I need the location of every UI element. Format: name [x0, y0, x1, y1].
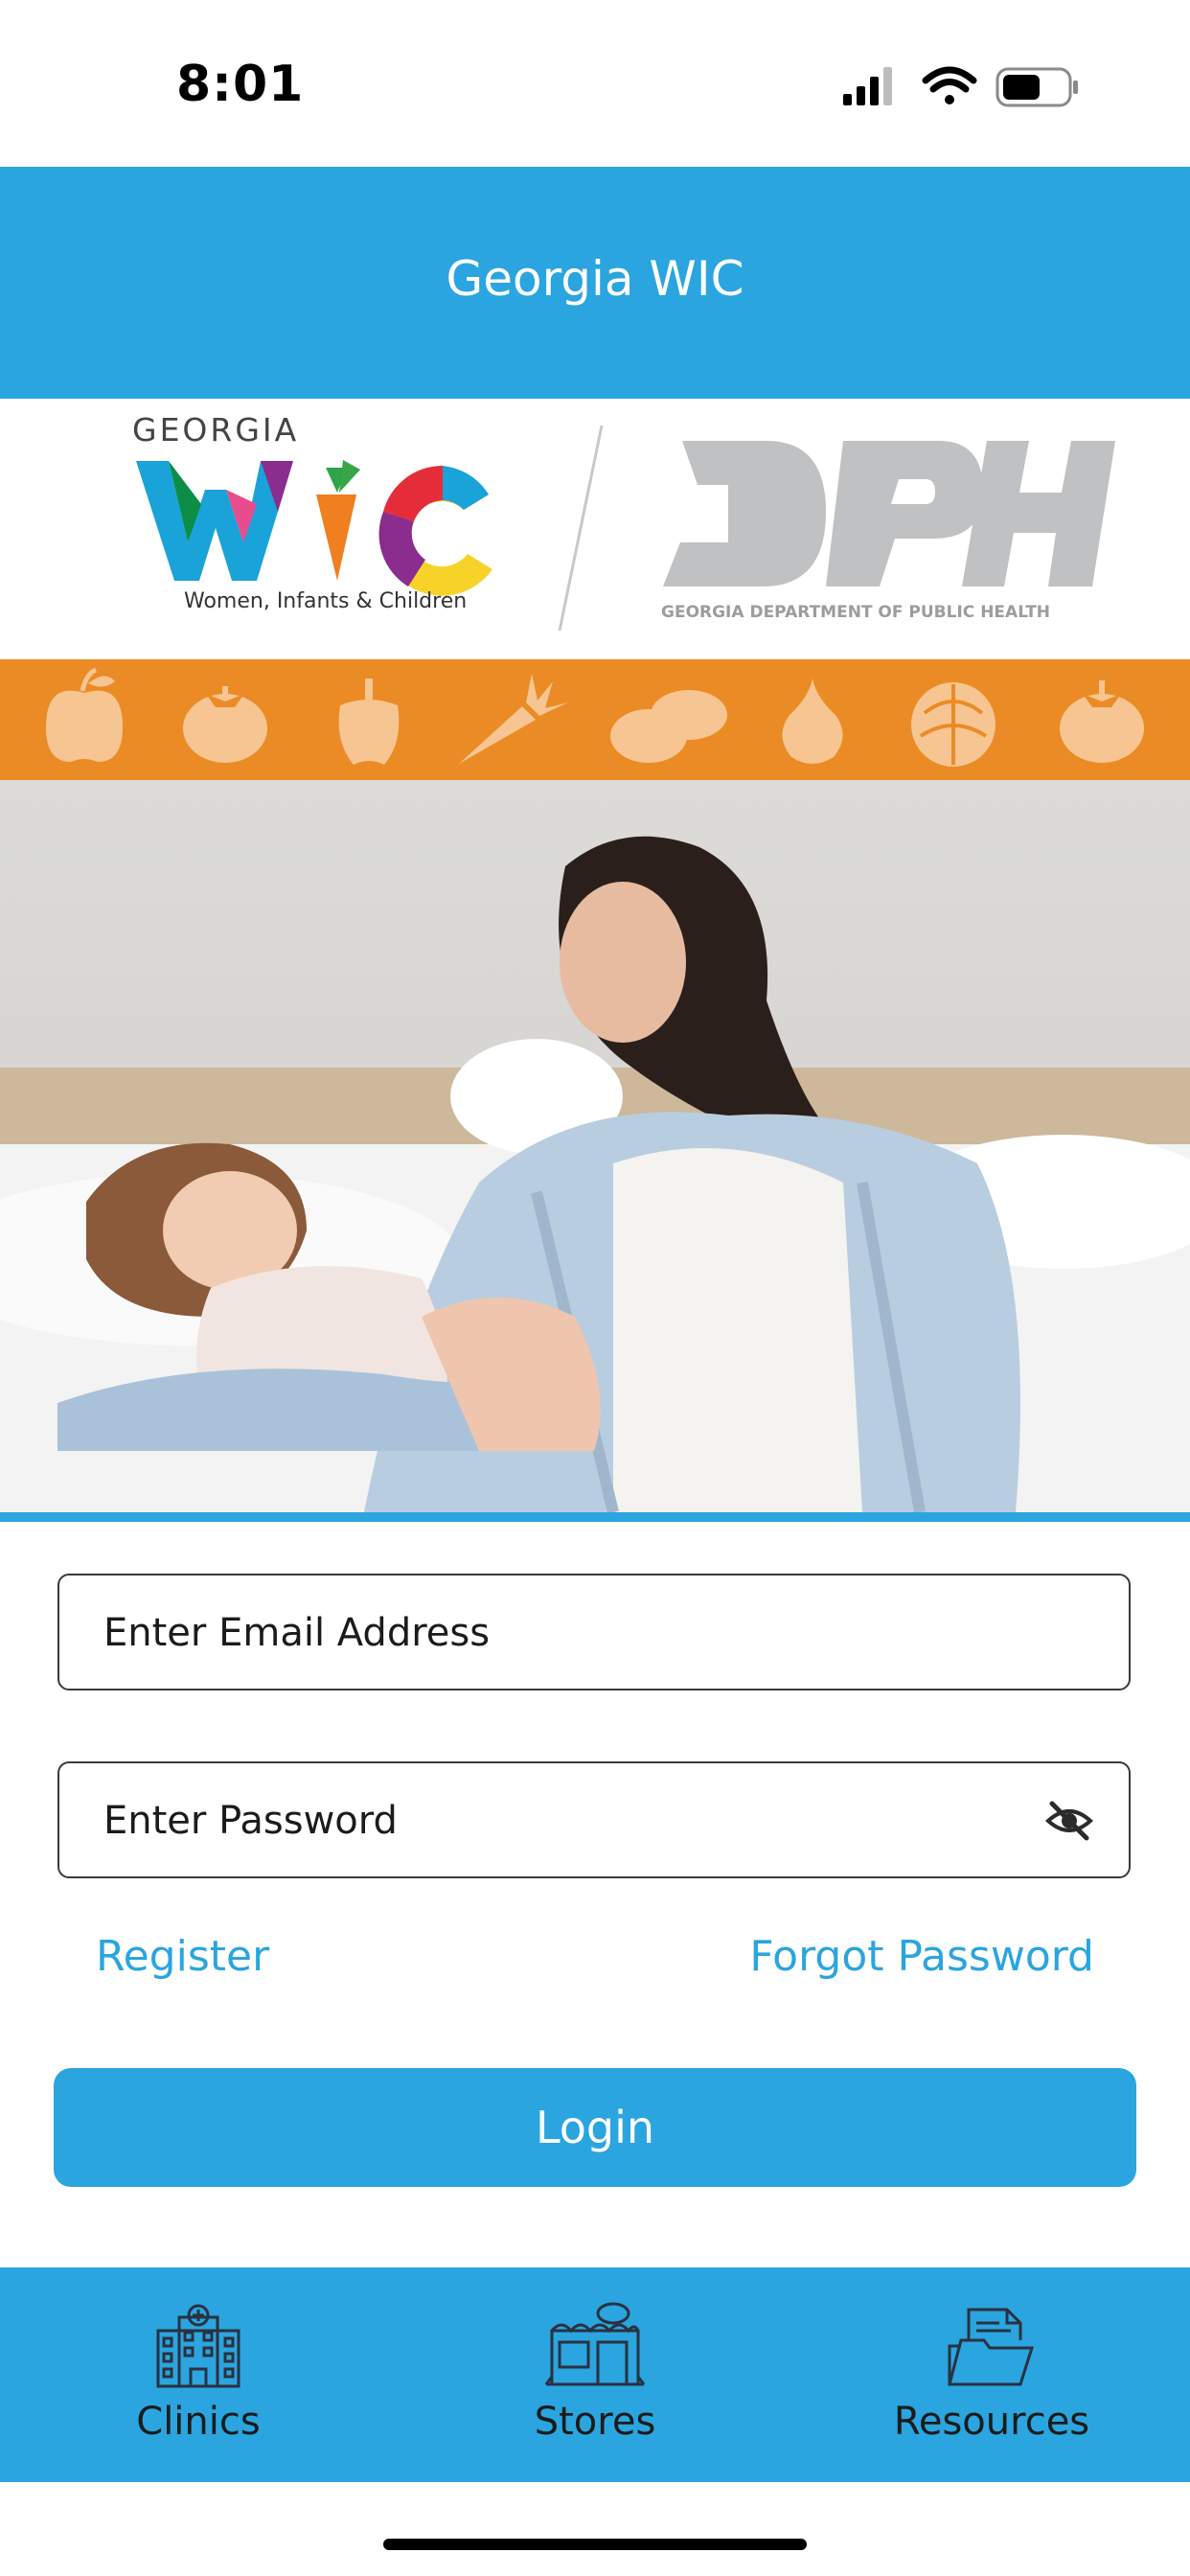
- app-header: Georgia WIC: [0, 167, 1190, 399]
- tab-stores-label: Stores: [534, 2400, 656, 2444]
- potato-icon: [610, 690, 727, 763]
- tab-resources[interactable]: Resources: [793, 2267, 1190, 2482]
- tab-stores[interactable]: Stores: [397, 2267, 793, 2482]
- password-input[interactable]: [102, 1763, 1025, 1878]
- hospital-icon: [156, 2304, 240, 2388]
- hero-photo: [0, 780, 1190, 1514]
- logo-divider: [558, 425, 604, 632]
- produce-band: [0, 659, 1190, 780]
- carrot-icon: [459, 674, 568, 764]
- bottom-tab-bar: Clinics Stores Resources: [0, 2267, 1190, 2482]
- password-field[interactable]: [57, 1761, 1131, 1878]
- onion-icon: [782, 678, 843, 764]
- mother-and-child-photo: [0, 780, 1190, 1514]
- register-link[interactable]: Register: [96, 1932, 269, 1981]
- cabbage-icon: [911, 682, 995, 767]
- tab-clinics[interactable]: Clinics: [0, 2267, 397, 2482]
- wic-top-text: GEORGIA: [132, 411, 299, 448]
- dph-subtitle: GEORGIA DEPARTMENT OF PUBLIC HEALTH: [661, 603, 1050, 622]
- page-title: Georgia WIC: [446, 251, 744, 307]
- photo-divider: [0, 1512, 1190, 1522]
- wic-subtitle: Women, Infants & Children: [184, 589, 467, 613]
- status-time: 8:01: [176, 56, 305, 113]
- home-indicator[interactable]: [383, 2539, 807, 2550]
- battery-icon: [995, 67, 1078, 107]
- wifi-icon: [922, 66, 977, 104]
- produce-icons: [46, 667, 1144, 767]
- pepper-icon: [338, 678, 400, 765]
- logo-band: GEORGIA Women, Infants & Children GEORGI…: [0, 399, 1190, 659]
- status-icons: [843, 66, 1078, 107]
- forgot-password-link[interactable]: Forgot Password: [749, 1932, 1094, 1981]
- email-field[interactable]: [57, 1574, 1131, 1690]
- email-input[interactable]: [102, 1576, 1025, 1690]
- apple-icon: [46, 667, 123, 762]
- login-button[interactable]: Login: [54, 2068, 1136, 2187]
- partner-logos: GEORGIA Women, Infants & Children GEORGI…: [132, 411, 1115, 632]
- georgia-wic-logo: GEORGIA Women, Infants & Children: [132, 411, 492, 613]
- wic-wordmark: [136, 460, 492, 596]
- tomato-icon: [183, 686, 267, 763]
- store-icon: [544, 2302, 646, 2386]
- cellular-signal-icon: [843, 67, 892, 105]
- tab-clinics-label: Clinics: [136, 2400, 261, 2444]
- tomato-icon: [1060, 680, 1144, 763]
- tab-resources-label: Resources: [893, 2400, 1090, 2444]
- eye-slash-icon[interactable]: [1044, 1798, 1094, 1844]
- dph-logo: GEORGIA DEPARTMENT OF PUBLIC HEALTH: [661, 441, 1115, 622]
- status-bar: 8:01: [0, 0, 1190, 167]
- folder-icon: [948, 2308, 1035, 2386]
